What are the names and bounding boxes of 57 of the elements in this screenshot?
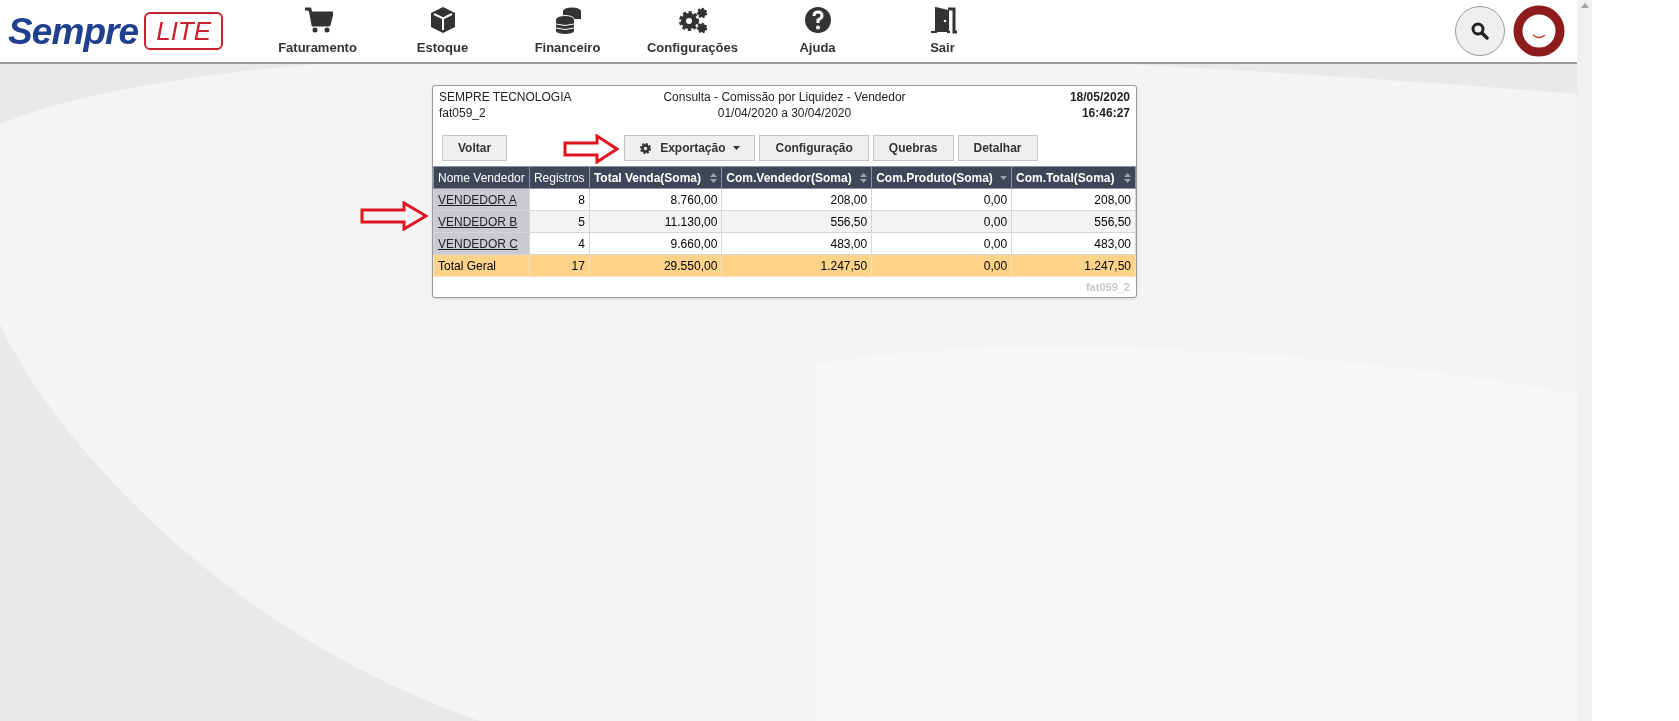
- search-button[interactable]: [1455, 6, 1505, 56]
- search-icon: [1471, 22, 1489, 40]
- nav-item[interactable]: Configurações: [630, 4, 755, 58]
- table-cell: 5: [529, 210, 590, 233]
- total-cell: Total Geral: [433, 254, 530, 277]
- table-cell: 4: [529, 232, 590, 255]
- sort-icon: [710, 172, 718, 183]
- table-cell: 11.130,00: [589, 210, 722, 233]
- avatar-icon[interactable]: [1513, 5, 1565, 57]
- column-header: Nome Vendedor: [433, 166, 530, 189]
- table-cell: 8: [529, 188, 590, 211]
- sort-icon: [1000, 175, 1008, 180]
- total-cell: 29.550,00: [589, 254, 722, 277]
- pointer-arrow: [563, 134, 619, 164]
- scrollbar[interactable]: [1577, 0, 1592, 721]
- table-cell: 9.660,00: [589, 232, 722, 255]
- table-cell: 0,00: [871, 210, 1012, 233]
- column-header[interactable]: Com.Total(Soma): [1011, 166, 1136, 189]
- export-menu-button[interactable]: Exportação: [624, 135, 756, 161]
- table-cell: 208,00: [1011, 188, 1136, 211]
- report-period: 01/04/2020 a 30/04/2020: [717, 105, 852, 121]
- settings-icon: [639, 141, 653, 155]
- nav-item[interactable]: Financeiro: [505, 4, 630, 58]
- report-code: fat059_2: [439, 105, 487, 121]
- table-cell: 0,00: [871, 188, 1012, 211]
- report-date: 18/05/2020: [1069, 89, 1130, 105]
- caret-icon: [733, 146, 741, 150]
- table-cell: 556,50: [721, 210, 872, 233]
- table-cell: 483,00: [721, 232, 872, 255]
- sort-icon: [1124, 172, 1131, 183]
- toolbar-button[interactable]: Quebras: [872, 135, 954, 161]
- toolbar-button[interactable]: Configuração: [759, 135, 869, 161]
- nav-item[interactable]: Faturamento: [255, 4, 380, 58]
- total-cell: 0,00: [871, 254, 1012, 277]
- logo-wordmark: Sempre: [8, 12, 139, 50]
- table-cell: 556,50: [1011, 210, 1136, 233]
- report-title: Consulta - Comissão por Liquidez - Vendedor: [663, 89, 906, 105]
- nav-item[interactable]: Sair: [880, 4, 1005, 58]
- column-header[interactable]: Com.Vendedor(Soma): [721, 166, 872, 189]
- sort-icon: [860, 172, 868, 183]
- column-header[interactable]: Com.Produto(Soma): [871, 166, 1012, 189]
- company-name: SEMPRE TECNOLOGIA: [439, 89, 573, 105]
- column-header: Registros: [529, 166, 590, 189]
- table-cell: 8.760,00: [589, 188, 722, 211]
- logo-tag: LITE: [144, 12, 224, 50]
- table-cell: 0,00: [871, 232, 1012, 255]
- nav-item[interactable]: Ajuda: [755, 4, 880, 58]
- help-icon: [802, 4, 833, 35]
- toolbar-button[interactable]: Voltar: [442, 135, 508, 161]
- nav-item[interactable]: Estoque: [380, 4, 505, 58]
- table-cell: 483,00: [1011, 232, 1136, 255]
- table-cell: 208,00: [721, 188, 872, 211]
- pointer-arrow: [360, 201, 428, 231]
- report-time: 16:46:27: [1081, 105, 1130, 121]
- column-header[interactable]: Total Venda(Soma): [589, 166, 722, 189]
- total-cell: 1.247,50: [721, 254, 872, 277]
- toolbar-button[interactable]: Detalhar: [957, 135, 1038, 161]
